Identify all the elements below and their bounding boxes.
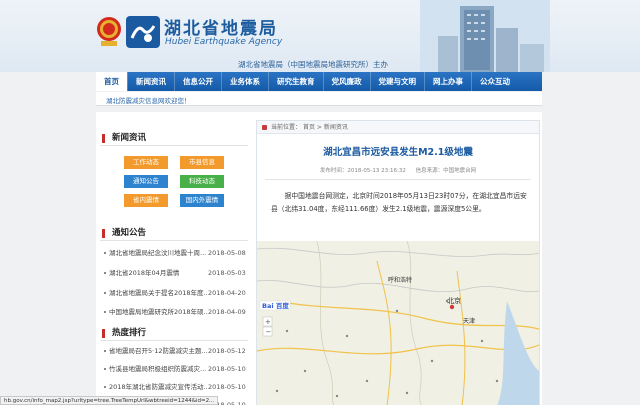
nav-item-interaction[interactable]: 公众互动 bbox=[472, 72, 518, 91]
news-section-title: 新闻资讯 bbox=[100, 130, 248, 146]
list-item[interactable]: 竹溪县地震局积极组织防震减灾... 2018-05-10 bbox=[104, 362, 248, 376]
nav-item-business[interactable]: 业务体系 bbox=[222, 72, 268, 91]
list-item-title[interactable]: 湖北省地震局关于提名2018年度... bbox=[109, 286, 207, 300]
info-source: 信息来源：中国地震台网 bbox=[415, 168, 477, 174]
list-item[interactable]: 2018年湖北省防震减灾宣传活动... 2018-05-10 bbox=[104, 380, 248, 394]
nav-item-home[interactable]: 首页 bbox=[96, 72, 127, 91]
bullet-icon bbox=[104, 386, 106, 388]
nav-item-integrity[interactable]: 党风廉政 bbox=[324, 72, 370, 91]
bullet-icon bbox=[104, 292, 106, 294]
bullet-icon bbox=[104, 368, 106, 370]
building-image bbox=[420, 0, 550, 72]
category-notices[interactable]: 通知公告 bbox=[124, 175, 168, 188]
welcome-bar: 湖北防震减灾信息网欢迎您！ bbox=[96, 92, 542, 106]
status-bar: hb.gov.cn/info_map2.jsp?urltype=tree.Tre… bbox=[0, 396, 219, 405]
list-item[interactable]: 中国地震局地震研究所2018年硕... 2018-04-09 bbox=[104, 305, 248, 319]
nav-item-info-disclosure[interactable]: 信息公开 bbox=[175, 72, 221, 91]
map-label-tianjin: 天津 bbox=[463, 318, 475, 325]
svg-text:+: + bbox=[265, 318, 271, 326]
agency-logo-icon bbox=[126, 16, 160, 48]
list-item-title[interactable]: 2018年湖北省防震减灾宣传活动... bbox=[109, 380, 207, 394]
list-item[interactable]: 省地震局召开5·12防震减灾主题... 2018-05-12 bbox=[104, 344, 248, 358]
notices-section-title: 通知公告 bbox=[100, 225, 248, 241]
list-item-title[interactable]: 竹溪县地震局积极组织防震减灾... bbox=[109, 362, 207, 376]
site-title: 湖北省地震局 bbox=[164, 19, 278, 39]
category-province-quake[interactable]: 省内震情 bbox=[124, 194, 168, 207]
breadcrumb-separator: > bbox=[316, 124, 322, 131]
list-item-date: 2018-05-10 bbox=[208, 383, 246, 391]
list-item-date: 2018-05-08 bbox=[208, 249, 246, 257]
baidu-logo: Bai 百度 bbox=[262, 301, 289, 310]
breadcrumb-home[interactable]: 首页 bbox=[303, 124, 315, 131]
list-item-title[interactable]: 省地震局召开5·12防震减灾主题... bbox=[109, 344, 207, 358]
national-emblem-icon bbox=[97, 17, 121, 46]
list-item-date: 2018-05-12 bbox=[208, 347, 246, 355]
welcome-text: 湖北防震减灾信息网欢迎您！ bbox=[106, 97, 191, 105]
bullet-icon bbox=[104, 272, 106, 274]
category-work-news[interactable]: 工作动态 bbox=[124, 156, 168, 169]
breadcrumb-news[interactable]: 新闻资讯 bbox=[324, 124, 348, 131]
list-item-date: 2018-05-03 bbox=[208, 269, 246, 277]
bullet-icon bbox=[104, 350, 106, 352]
article-body: 据中国地震台网测定，北京时间2018年05月13日23时07分，在湖北宜昌市远安… bbox=[271, 192, 527, 213]
bullet-icon bbox=[104, 311, 106, 313]
hot-section-title: 热度排行 bbox=[100, 325, 248, 341]
category-city-info[interactable]: 市县信息 bbox=[180, 156, 224, 169]
main-nav: 首页 新闻资讯 信息公开 业务体系 研究生教育 党风廉政 党建与文明 网上办事 … bbox=[96, 72, 542, 91]
list-item[interactable]: 湖北省2018年04月震情 2018-05-03 bbox=[104, 266, 248, 280]
list-item[interactable]: 湖北省地震局关于提名2018年度... 2018-04-20 bbox=[104, 286, 248, 300]
bullet-icon bbox=[104, 252, 106, 254]
epicenter-map[interactable]: 北京 天津 呼和浩特 Bai 百度 + − bbox=[257, 241, 539, 405]
article-meta: 发布时间：2018-05-13 23:16:32 信息来源：中国地震台网 bbox=[257, 166, 539, 174]
nav-item-news[interactable]: 新闻资讯 bbox=[128, 72, 174, 91]
site-header: 湖北省地震局 Hubei Earthquake Agency 湖北省地震局（中国… bbox=[0, 0, 640, 72]
nav-item-online-service[interactable]: 网上办事 bbox=[425, 72, 471, 91]
list-item-date: 2018-04-09 bbox=[208, 308, 246, 316]
map-label-hohhot: 呼和浩特 bbox=[388, 276, 412, 284]
beijing-marker bbox=[449, 304, 455, 310]
article-title: 湖北宜昌市远安县发生M2.1级地震 bbox=[323, 147, 473, 158]
category-tech-news[interactable]: 科技动态 bbox=[180, 175, 224, 188]
publish-time: 发布时间：2018-05-13 23:16:32 bbox=[319, 168, 406, 174]
nav-item-graduate[interactable]: 研究生教育 bbox=[269, 72, 323, 91]
svg-text:−: − bbox=[266, 328, 272, 336]
content-area: 新闻资讯 工作动态 市县信息 通知公告 科技动态 省内震情 国内外震情 通知公告… bbox=[96, 112, 542, 405]
home-icon bbox=[262, 125, 267, 130]
list-item-date: 2018-05-10 bbox=[208, 365, 246, 373]
sponsor-text: 湖北省地震局（中国地震局地震研究所）主办 bbox=[238, 60, 388, 69]
list-item[interactable]: 湖北省地震局纪念汶川地震十周... 2018-05-08 bbox=[104, 246, 248, 260]
article-panel: 当前位置： 首页 > 新闻资讯 湖北宜昌市远安县发生M2.1级地震 发布时间：2… bbox=[256, 120, 540, 405]
map-label-beijing: 北京 bbox=[447, 296, 461, 305]
list-item-date: 2018-04-20 bbox=[208, 289, 246, 297]
nav-item-party[interactable]: 党建与文明 bbox=[371, 72, 425, 91]
category-world-quake[interactable]: 国内外震情 bbox=[180, 194, 224, 207]
list-item-title[interactable]: 湖北省地震局纪念汶川地震十周... bbox=[109, 246, 207, 260]
breadcrumb: 当前位置： 首页 > 新闻资讯 bbox=[257, 121, 539, 134]
breadcrumb-label: 当前位置： bbox=[271, 124, 302, 131]
divider bbox=[265, 179, 531, 180]
list-item-title[interactable]: 湖北省2018年04月震情 bbox=[109, 266, 207, 280]
list-item-title[interactable]: 中国地震局地震研究所2018年硕... bbox=[109, 305, 207, 319]
site-title-english: Hubei Earthquake Agency bbox=[165, 37, 283, 47]
